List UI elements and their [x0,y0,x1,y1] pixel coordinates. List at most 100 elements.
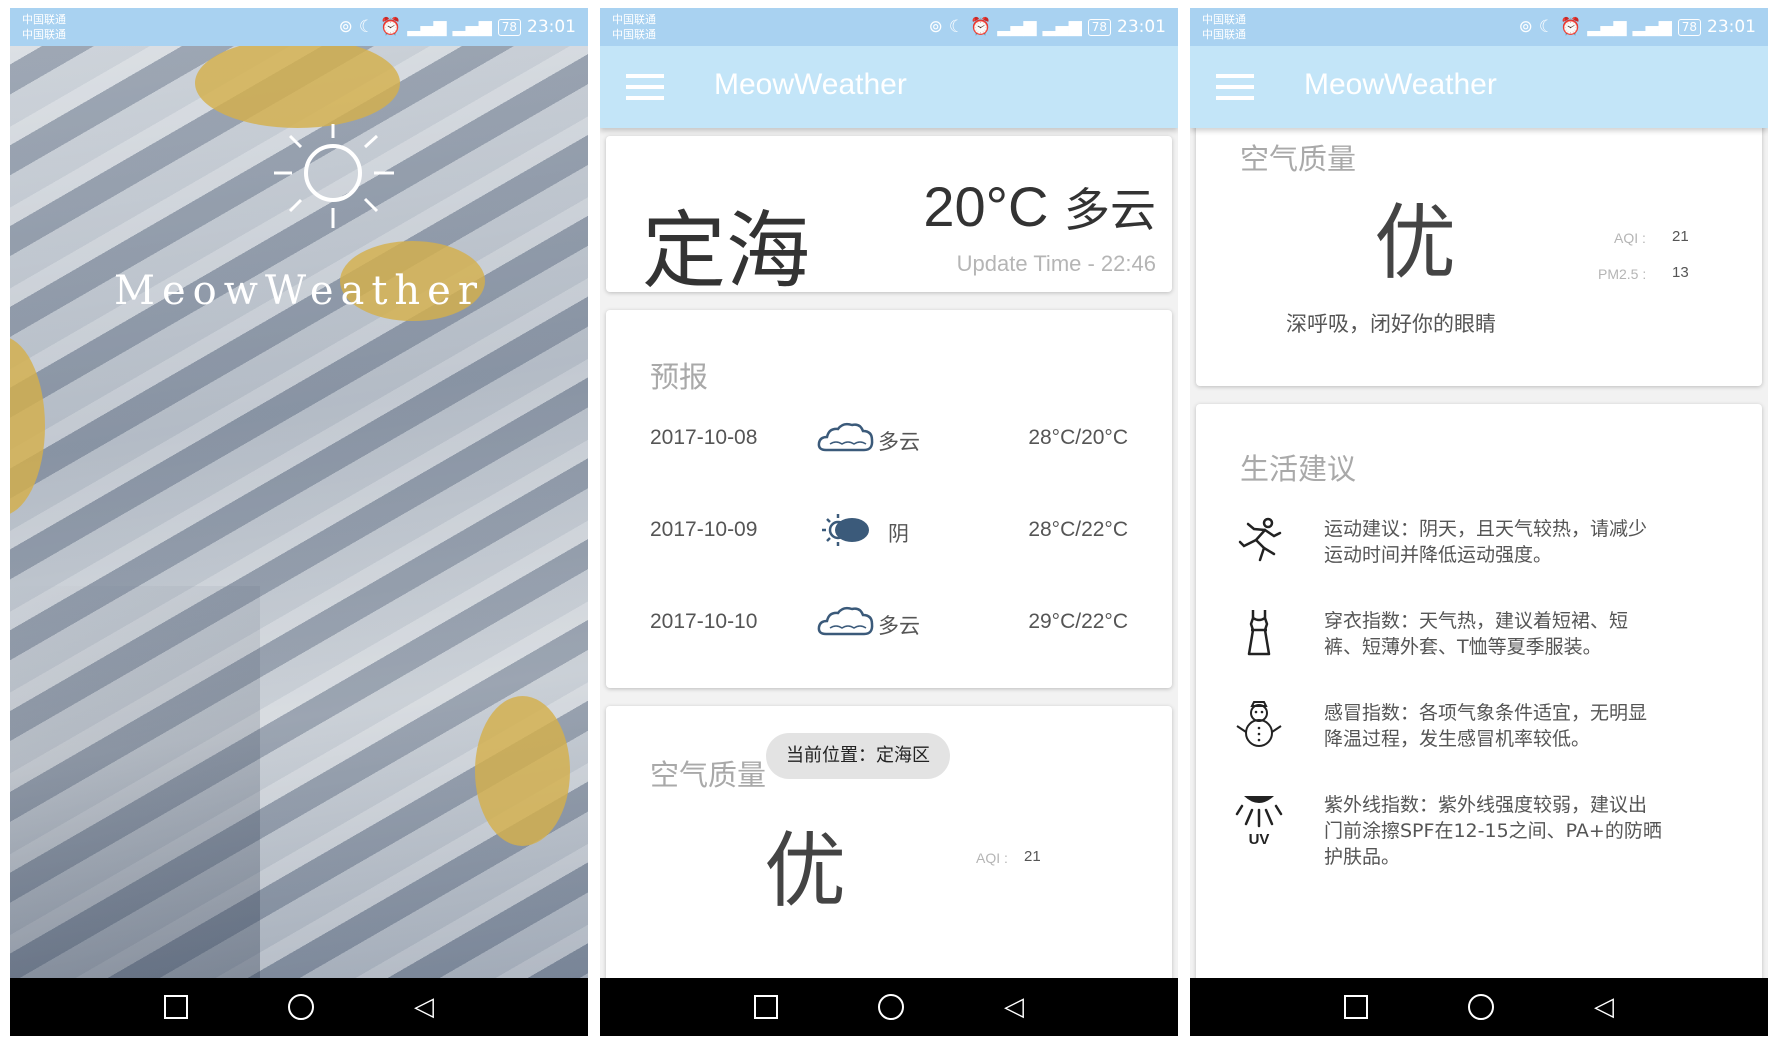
cloudy-icon [817,606,874,636]
suggestion-card: 生活建议 运动建议：阴天，且天气较热，请减少运动时间并降低运动强度。 穿衣指数：… [1196,404,1762,978]
cloudy-icon [817,422,874,452]
weather-screen: 中国联通 中国联通 ⊚ ☾ ⏰ ▂▄▆ ▂▄▆ 78 23:01 MeowWea… [600,8,1178,1036]
hotspot-icon: ⊚ [1518,17,1533,37]
carrier-name-1: 中国联通 [612,13,656,26]
suggestion-text: 运动建议：阴天，且天气较热，请减少运动时间并降低运动强度。 [1324,518,1648,566]
moon-icon: ☾ [358,17,375,37]
hotspot-icon: ⊚ [338,17,353,37]
forecast-title: 预报 [650,360,709,394]
menu-icon[interactable] [1216,74,1254,100]
alarm-icon: ⏰ [970,17,992,37]
aqi-value: 21 [1024,848,1041,865]
signal-icon: ▂▄▆ [997,17,1037,37]
carrier-name-1: 中国联通 [22,13,66,26]
carrier-info: 中国联通 中国联通 [612,12,656,42]
forecast-temp-range: 28°C/20°C [1028,426,1128,449]
sun-icon [274,124,394,228]
recents-button[interactable] [754,995,778,1019]
carrier-name-2: 中国联通 [22,28,66,41]
bokeh-light [10,336,45,516]
hotspot-icon: ⊚ [928,17,943,37]
weather-screen-scrolled: 中国联通 中国联通 ⊚ ☾ ⏰ ▂▄▆ ▂▄▆ 78 23:01 MeowWea… [1190,8,1768,1036]
forecast-condition: 多云 [878,430,920,454]
status-bar: 中国联通 中国联通 ⊚ ☾ ⏰ ▂▄▆ ▂▄▆ 78 23:01 [10,8,588,46]
carrier-name-1: 中国联通 [1202,13,1246,26]
signal-icon-2: ▂▄▆ [1042,17,1082,37]
menu-icon[interactable] [626,74,664,100]
suggestion-text: 感冒指数：各项气象条件适宜，无明显降温过程，发生感冒机率较低。 [1324,702,1648,750]
city-name: 定海 [642,202,811,300]
aqi-label: AQI : [1614,230,1646,246]
overcast-icon [822,514,869,546]
alarm-icon: ⏰ [1560,17,1582,37]
forecast-row: 2017-10-08 多云 28°C/20°C [606,418,1172,458]
forecast-condition: 阴 [888,522,909,546]
home-button[interactable] [878,994,904,1020]
carrier-name-2: 中国联通 [612,28,656,41]
air-quality-tip: 深呼吸，闭好你的眼睛 [1286,312,1496,336]
home-button[interactable] [1468,994,1494,1020]
home-button[interactable] [288,994,314,1020]
suggestion-text: 穿衣指数：天气热，建议着短裙、短裤、短薄外套、T恤等夏季服装。 [1324,610,1629,658]
air-quality-card: 空气质量 优 AQI : 21 PM2.5 : 13 深呼吸，闭好你的眼睛 [1196,128,1762,386]
nav-bar: ◁ [600,978,1178,1036]
battery-indicator: 78 [1087,18,1111,36]
alarm-icon: ⏰ [380,17,402,37]
recents-button[interactable] [1344,995,1368,1019]
location-toast: 当前位置：定海区 [766,733,950,779]
scroll-content[interactable]: 空气质量 优 AQI : 21 PM2.5 : 13 深呼吸，闭好你的眼睛 生活… [1190,128,1768,978]
status-bar: 中国联通 中国联通 ⊚ ☾ ⏰ ▂▄▆ ▂▄▆ 78 23:01 [1190,8,1768,46]
splash-title: MeowWeather [114,268,484,314]
splash-background-image: MeowWeather [10,38,588,1016]
svg-text:UV: UV [1249,831,1270,848]
forecast-row: 2017-10-10 多云 29°C/22°C [606,602,1172,642]
suggestion-title: 生活建议 [1240,452,1357,486]
app-title: MeowWeather [1304,68,1497,101]
forecast-temp-range: 28°C/22°C [1028,518,1128,541]
battery-indicator: 78 [497,18,521,36]
splash-screen: 中国联通 中国联通 ⊚ ☾ ⏰ ▂▄▆ ▂▄▆ 78 23:01 MeowWea… [10,8,588,1036]
air-quality-title: 空气质量 [650,758,767,792]
running-person-icon [1238,517,1282,562]
forecast-date: 2017-10-10 [650,610,758,633]
signal-icon-2: ▂▄▆ [452,17,492,37]
air-quality-level: 优 [764,824,847,919]
forecast-temp-range: 29°C/22°C [1028,610,1128,633]
air-quality-title: 空气质量 [1240,142,1357,176]
current-temperature: 20°C [923,175,1049,238]
app-bar: MeowWeather [1190,46,1768,128]
nav-bar: ◁ [10,978,588,1036]
back-button[interactable]: ◁ [1594,994,1614,1020]
back-button[interactable]: ◁ [414,994,434,1020]
signal-icon-2: ▂▄▆ [1632,17,1672,37]
aqi-value: 21 [1672,228,1689,245]
status-time: 23:01 [1707,17,1756,37]
status-time: 23:01 [1117,17,1166,37]
current-temp-condition: 20°C 多云 [923,174,1156,240]
forecast-row: 2017-10-09 阴 28°C/22°C [606,510,1172,550]
forecast-date: 2017-10-09 [650,518,758,541]
app-bar: MeowWeather [600,46,1178,128]
nav-bar: ◁ [1190,978,1768,1036]
uv-icon: UV [1235,796,1283,848]
carrier-name-2: 中国联通 [1202,28,1246,41]
scroll-content[interactable]: 定海 20°C 多云 Update Time - 22:46 预报 2017-1… [600,128,1178,978]
forecast-date: 2017-10-08 [650,426,758,449]
current-weather-card: 定海 20°C 多云 Update Time - 22:46 [606,136,1172,300]
pm25-label: PM2.5 : [1598,266,1647,282]
snowman-icon [1236,701,1282,747]
back-button[interactable]: ◁ [1004,994,1024,1020]
bokeh-light [195,38,400,128]
forecast-card: 预报 2017-10-08 多云 28°C/20°C 2017-10-09 阴 … [606,310,1172,688]
forecast-condition: 多云 [878,614,920,638]
status-time: 23:01 [527,17,576,37]
moon-icon: ☾ [1538,17,1555,37]
carrier-info: 中国联通 中国联通 [22,12,66,42]
recents-button[interactable] [164,995,188,1019]
suggestion-text: 紫外线指数：紫外线强度较弱，建议出门前涂擦SPF在12-15之间、PA+的防晒护… [1324,794,1662,868]
signal-icon: ▂▄▆ [1587,17,1627,37]
dress-icon [1247,610,1271,656]
air-quality-level: 优 [1374,196,1457,291]
aqi-label: AQI : [976,850,1008,866]
battery-indicator: 78 [1677,18,1701,36]
